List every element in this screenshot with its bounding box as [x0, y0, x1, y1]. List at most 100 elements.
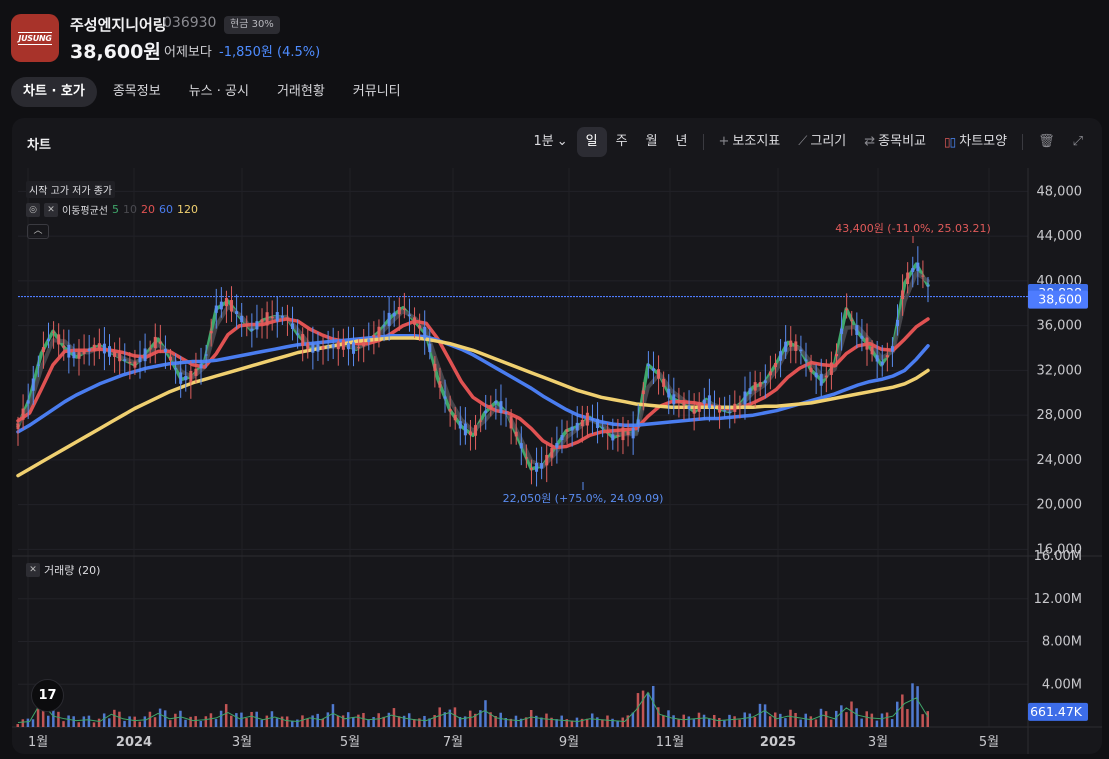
- volume-bar: [367, 719, 370, 727]
- candle-body: [336, 341, 340, 350]
- ma-120: 120: [177, 203, 198, 216]
- candle-body: [138, 357, 142, 363]
- candle-body: [62, 345, 66, 348]
- candle-body: [865, 337, 869, 350]
- close-icon[interactable]: ✕: [26, 563, 40, 577]
- candle-body: [128, 362, 132, 364]
- volume-bar: [163, 710, 167, 727]
- candle-body: [387, 312, 391, 327]
- candle-body: [499, 401, 503, 413]
- candle-body: [47, 338, 51, 341]
- volume-bar: [67, 715, 70, 727]
- price-tick-label: 44,000: [1037, 229, 1083, 244]
- volume-bar: [692, 719, 696, 727]
- volume-bar: [885, 712, 889, 727]
- volume-bar: [52, 710, 55, 727]
- candle-body: [768, 371, 772, 376]
- collapse-legend-button[interactable]: ︿: [27, 224, 49, 239]
- tab-trading[interactable]: 거래현황: [265, 77, 337, 107]
- price-tick-label: 20,000: [1037, 498, 1083, 513]
- volume-bar: [26, 718, 30, 727]
- candle-body: [148, 348, 152, 350]
- tab-news[interactable]: 뉴스 · 공시: [177, 77, 261, 107]
- candle-body: [641, 390, 645, 395]
- candle-body: [189, 370, 193, 383]
- candle-body: [682, 402, 686, 406]
- volume-bar: [768, 716, 772, 727]
- candle-body: [169, 356, 173, 361]
- candle-body: [301, 334, 305, 346]
- candle-body: [209, 330, 213, 334]
- volume-bar: [230, 715, 233, 727]
- candle-body: [575, 422, 579, 431]
- candle-body: [489, 404, 493, 410]
- volume-bar: [255, 711, 258, 727]
- volume-bar: [250, 711, 253, 727]
- candle-body: [590, 418, 594, 421]
- candle-body: [235, 311, 239, 315]
- volume-bar: [687, 716, 691, 727]
- volume-bar: [901, 694, 904, 727]
- time-tick-label: 2024: [116, 735, 152, 750]
- volume-bar: [596, 717, 599, 727]
- volume-bar: [860, 718, 863, 727]
- candle-body: [153, 336, 157, 349]
- volume-bar: [113, 709, 116, 727]
- candle-body: [529, 468, 533, 470]
- candle-body: [118, 353, 122, 362]
- close-icon[interactable]: ✕: [44, 202, 58, 217]
- volume-bar: [118, 711, 121, 727]
- ma-line-10: [16, 271, 930, 469]
- candle-body: [468, 431, 472, 436]
- volume-bar: [651, 685, 655, 727]
- volume-bar: [545, 713, 548, 727]
- candle-body: [108, 346, 112, 357]
- candle-body: [646, 364, 650, 367]
- volume-bar: [814, 719, 818, 727]
- ohlc-legend: 시작 고가 저가 종가: [26, 181, 116, 198]
- volume-bar: [194, 716, 197, 727]
- volume-bar: [296, 719, 299, 727]
- candle-body: [707, 395, 711, 409]
- candle-body: [524, 457, 528, 459]
- candle-body: [36, 364, 40, 366]
- volume-bar: [677, 719, 680, 727]
- candle-body: [845, 308, 849, 311]
- candle-body: [280, 315, 284, 318]
- volume-bar: [758, 703, 762, 727]
- candle-body: [814, 372, 818, 378]
- candle-body: [901, 290, 905, 300]
- volume-bar: [224, 704, 228, 727]
- candle-body: [433, 363, 437, 371]
- candle-body: [758, 382, 762, 387]
- volume-bar: [128, 716, 131, 727]
- candle-body: [230, 300, 234, 312]
- ma-10: 10: [123, 203, 137, 216]
- volume-title: 거래량 (20): [44, 564, 101, 577]
- volume-bar: [560, 715, 563, 727]
- candle-body: [311, 343, 315, 353]
- volume-bar: [280, 716, 284, 727]
- candle-body: [428, 343, 432, 353]
- candle-body: [250, 328, 254, 331]
- volume-bar: [646, 692, 650, 727]
- candle-body: [484, 410, 488, 414]
- tab-stock-info[interactable]: 종목정보: [101, 77, 173, 107]
- volume-bar: [31, 719, 35, 727]
- candle-body: [616, 435, 620, 437]
- volume-bar: [514, 715, 518, 727]
- tab-chart-orderbook[interactable]: 차트 · 호가: [11, 77, 97, 107]
- tab-community[interactable]: 커뮤니티: [341, 77, 413, 107]
- candle-body: [916, 262, 920, 272]
- eye-off-icon[interactable]: ◎: [26, 202, 40, 217]
- volume-bar: [611, 718, 614, 727]
- volume-bar: [62, 721, 65, 727]
- candle-body: [479, 420, 483, 422]
- volume-bar: [331, 704, 335, 727]
- volume-bar: [850, 701, 853, 727]
- volume-bar: [773, 712, 777, 727]
- volume-bar: [616, 720, 619, 727]
- volume-bar: [707, 719, 711, 727]
- candle-body: [504, 412, 508, 414]
- candle-body: [880, 361, 884, 366]
